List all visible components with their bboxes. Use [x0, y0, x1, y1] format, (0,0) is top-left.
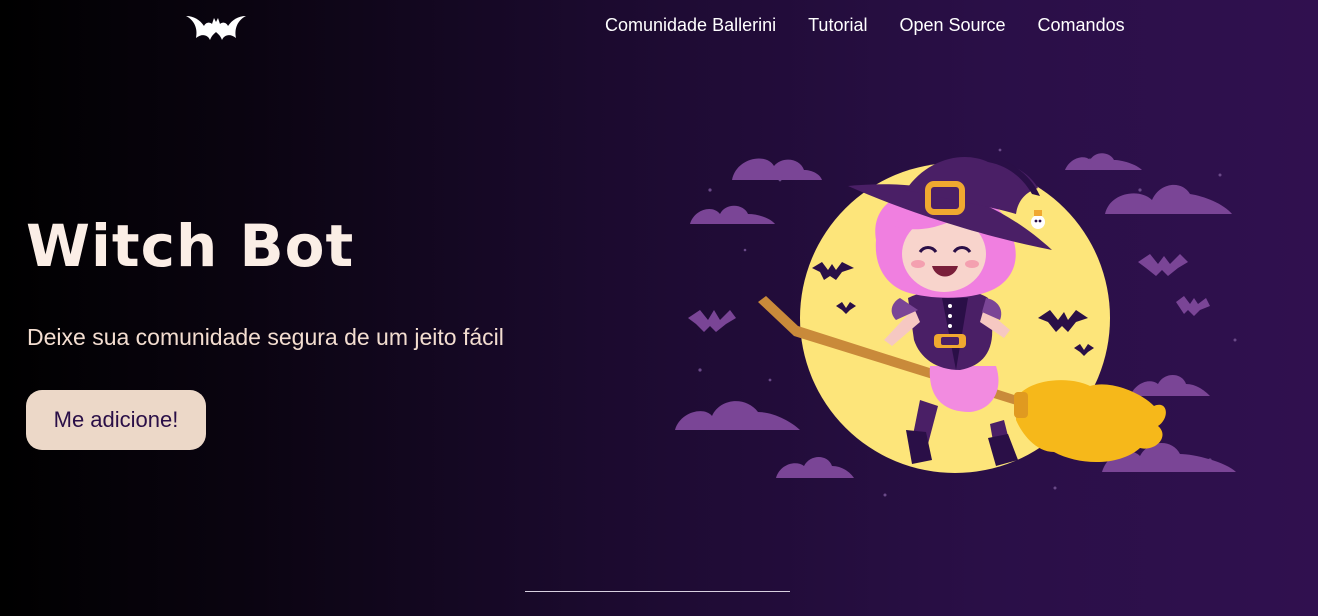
cloud — [732, 158, 822, 180]
nav-comunidade-ballerini[interactable]: Comunidade Ballerini — [605, 15, 776, 36]
cloud — [1065, 153, 1142, 170]
bat-icon — [1138, 254, 1188, 276]
bat-icon — [688, 310, 736, 332]
bat-icon — [1176, 296, 1210, 316]
cloud — [1130, 375, 1210, 396]
cloud — [690, 205, 775, 224]
cloud — [1105, 184, 1232, 214]
bottom-divider — [525, 591, 790, 592]
cloud — [776, 457, 854, 478]
nav-tutorial[interactable]: Tutorial — [808, 15, 867, 36]
nav-open-source[interactable]: Open Source — [899, 15, 1005, 36]
add-bot-button[interactable]: Me adicione! — [26, 390, 206, 450]
cloud — [675, 401, 800, 430]
hero-subtitle: Deixe sua comunidade segura de um jeito … — [27, 324, 504, 350]
nav-comandos[interactable]: Comandos — [1038, 15, 1125, 36]
main-nav: Comunidade Ballerini Tutorial Open Sourc… — [605, 15, 1125, 36]
bat-logo-icon[interactable] — [184, 8, 248, 44]
hero-title: Witch Bot — [26, 212, 355, 280]
witch-illustration — [675, 148, 1237, 497]
